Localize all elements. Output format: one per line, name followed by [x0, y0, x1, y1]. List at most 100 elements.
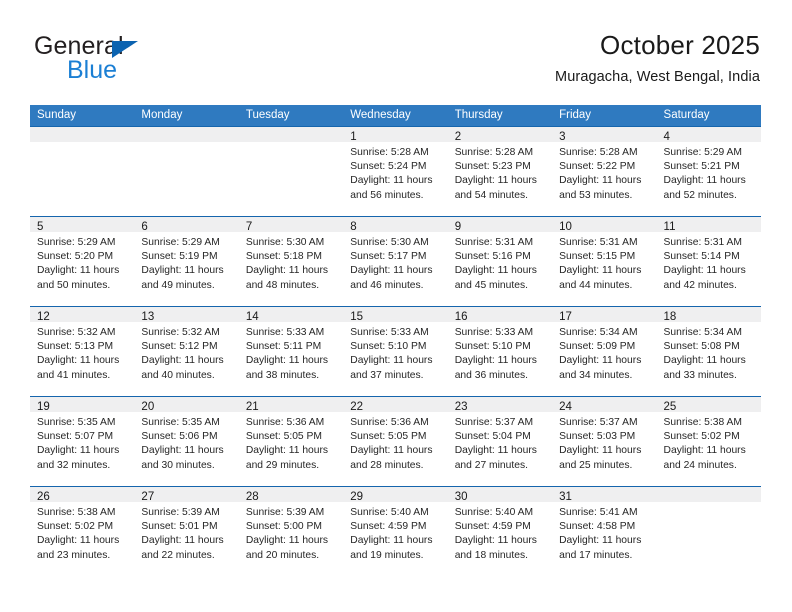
day-number: 5 — [37, 221, 44, 233]
daylight-text: Daylight: 11 hours — [37, 445, 120, 457]
day-number: 7 — [245, 221, 253, 233]
day-details: Sunrise: 5:40 AM Sunset: 4:59 PM Daylight:… — [343, 502, 447, 563]
calendar-day-cell[interactable]: 3 Sunrise: 5:28 AM Sunset: 5:22 PM Daylight… — [552, 127, 657, 216]
day-number-band: 27 — [134, 487, 239, 503]
sunrise-text: Sunrise: 5:28 AM — [454, 147, 534, 158]
day-number-band: 30 — [447, 487, 553, 503]
sunrise-text: Sunrise: 5:32 AM — [141, 327, 220, 338]
sunrise-text: Sunrise: 5:36 AM — [245, 417, 325, 428]
calendar-day-cell[interactable]: 18 Sunrise: 5:34 AM Sunset: 5:08 PM Dayligh… — [656, 307, 761, 396]
sunset-text: Sunset: 5:16 PM — [454, 251, 531, 263]
sunrise-text: Sunrise: 5:37 AM — [559, 417, 638, 428]
calendar-day-cell[interactable]: 23 Sunrise: 5:37 AM Sunset: 5:04 PM Dayligh… — [447, 397, 553, 486]
day-details: Sunrise: 5:32 AM Sunset: 5:12 PM Daylight:… — [134, 322, 238, 383]
calendar-day-cell[interactable]: 28 Sunrise: 5:39 AM Sunset: 5:00 PM Dayligh… — [238, 487, 344, 576]
sunrise-text: Sunrise: 5:40 AM — [454, 507, 534, 518]
calendar-day-cell[interactable]: 7 Sunrise: 5:30 AM Sunset: 5:18 PM Daylight… — [238, 217, 344, 306]
calendar-day-cell[interactable]: 15 Sunrise: 5:33 AM Sunset: 5:10 PM Dayligh… — [343, 307, 448, 396]
calendar-grid: Sunday Monday Tuesday Wednesday Thursday… — [30, 105, 761, 576]
daylight-text-cont: and 24 minutes. — [663, 459, 737, 471]
day-details — [134, 142, 238, 146]
calendar-day-cell[interactable]: 1 Sunrise: 5:28 AM Sunset: 5:24 PM Daylight… — [343, 127, 448, 216]
daylight-text: Daylight: 11 hours — [559, 265, 642, 277]
calendar-day-cell[interactable]: 31 Sunrise: 5:41 AM Sunset: 4:58 PM Dayligh… — [552, 487, 657, 576]
calendar-day-cell[interactable]: 12 Sunrise: 5:32 AM Sunset: 5:13 PM Dayligh… — [30, 307, 135, 396]
day-details: Sunrise: 5:33 AM Sunset: 5:10 PM Daylight:… — [343, 322, 447, 383]
daylight-text-cont: and 37 minutes. — [350, 369, 424, 381]
daylight-text-cont: and 22 minutes. — [141, 549, 215, 561]
weekday-header-friday: Friday — [559, 109, 592, 121]
calendar-day-cell[interactable]: 4 Sunrise: 5:29 AM Sunset: 5:21 PM Daylight… — [656, 127, 761, 216]
day-number-band: 17 — [552, 307, 657, 323]
weekday-header-monday: Monday — [141, 109, 183, 121]
day-number-band: 3 — [552, 127, 657, 143]
calendar-day-cell[interactable]: 27 Sunrise: 5:39 AM Sunset: 5:01 PM Dayligh… — [134, 487, 239, 576]
calendar-day-cell[interactable]: 10 Sunrise: 5:31 AM Sunset: 5:15 PM Dayligh… — [552, 217, 657, 306]
calendar-day-cell[interactable]: 20 Sunrise: 5:35 AM Sunset: 5:06 PM Dayligh… — [134, 397, 239, 486]
day-number: 31 — [559, 491, 572, 503]
calendar-day-cell[interactable]: 13 Sunrise: 5:32 AM Sunset: 5:12 PM Dayligh… — [134, 307, 239, 396]
day-number-band: 18 — [656, 307, 761, 323]
sunset-text: Sunset: 5:14 PM — [663, 251, 740, 263]
calendar-day-cell[interactable]: 21 Sunrise: 5:36 AM Sunset: 5:05 PM Dayligh… — [238, 397, 344, 486]
sunset-text: Sunset: 5:13 PM — [37, 341, 114, 353]
calendar-day-cell[interactable]: 11 Sunrise: 5:31 AM Sunset: 5:14 PM Dayligh… — [656, 217, 761, 306]
sunset-text: Sunset: 5:11 PM — [245, 341, 322, 353]
day-number: 17 — [559, 311, 572, 323]
day-number: 29 — [350, 491, 364, 503]
sunset-text: Sunset: 5:18 PM — [245, 251, 322, 263]
sunset-text: Sunset: 5:05 PM — [245, 431, 322, 443]
calendar-day-cell[interactable]: 26 Sunrise: 5:38 AM Sunset: 5:02 PM Dayligh… — [30, 487, 135, 576]
daylight-text: Daylight: 11 hours — [350, 445, 433, 457]
daylight-text-cont: and 45 minutes. — [454, 279, 528, 291]
daylight-text: Daylight: 11 hours — [454, 535, 537, 547]
sunrise-text: Sunrise: 5:31 AM — [454, 237, 534, 248]
daylight-text: Daylight: 11 hours — [454, 355, 537, 367]
sunset-text: Sunset: 5:15 PM — [559, 251, 636, 263]
calendar-day-cell[interactable]: 24 Sunrise: 5:37 AM Sunset: 5:03 PM Dayligh… — [552, 397, 657, 486]
day-details: Sunrise: 5:29 AM Sunset: 5:21 PM Daylight:… — [657, 142, 761, 203]
calendar-day-cell[interactable]: 25 Sunrise: 5:38 AM Sunset: 5:02 PM Dayligh… — [656, 397, 761, 486]
daylight-text-cont: and 29 minutes. — [245, 459, 320, 471]
weekday-header-row: Sunday Monday Tuesday Wednesday Thursday… — [30, 105, 761, 126]
daylight-text: Daylight: 11 hours — [559, 445, 642, 457]
daylight-text: Daylight: 11 hours — [245, 355, 329, 367]
day-number-band: 4 — [656, 127, 761, 143]
sunset-text: Sunset: 4:58 PM — [559, 521, 636, 533]
sunset-text: Sunset: 5:06 PM — [141, 431, 218, 443]
calendar-day-cell[interactable]: 5 Sunrise: 5:29 AM Sunset: 5:20 PM Daylight… — [30, 217, 135, 306]
daylight-text-cont: and 23 minutes. — [37, 549, 111, 561]
day-details: Sunrise: 5:35 AM Sunset: 5:06 PM Daylight:… — [134, 412, 238, 473]
day-details: Sunrise: 5:38 AM Sunset: 5:02 PM Daylight:… — [30, 502, 134, 563]
calendar-day-cell[interactable]: 22 Sunrise: 5:36 AM Sunset: 5:05 PM Dayligh… — [343, 397, 448, 486]
sunrise-text: Sunrise: 5:29 AM — [37, 237, 116, 248]
calendar-empty-cell — [30, 127, 135, 216]
day-number: 21 — [245, 401, 259, 413]
calendar-day-cell[interactable]: 16 Sunrise: 5:33 AM Sunset: 5:10 PM Dayligh… — [447, 307, 553, 396]
daylight-text: Daylight: 11 hours — [559, 175, 642, 187]
sunrise-text: Sunrise: 5:29 AM — [663, 147, 742, 158]
day-number: 12 — [37, 311, 50, 323]
calendar-day-cell[interactable]: 17 Sunrise: 5:34 AM Sunset: 5:09 PM Dayligh… — [552, 307, 657, 396]
day-details: Sunrise: 5:37 AM Sunset: 5:03 PM Daylight:… — [552, 412, 656, 473]
sunrise-text: Sunrise: 5:30 AM — [245, 237, 325, 248]
day-details: Sunrise: 5:33 AM Sunset: 5:11 PM Daylight:… — [239, 322, 343, 383]
calendar-day-cell[interactable]: 9 Sunrise: 5:31 AM Sunset: 5:16 PM Daylight… — [447, 217, 553, 306]
calendar-day-cell[interactable]: 2 Sunrise: 5:28 AM Sunset: 5:23 PM Daylight… — [447, 127, 553, 216]
day-number-band: 11 — [656, 217, 761, 233]
daylight-text: Daylight: 11 hours — [663, 265, 746, 277]
day-number: 23 — [454, 401, 468, 413]
daylight-text: Daylight: 11 hours — [141, 355, 224, 367]
day-number-band — [238, 127, 344, 142]
calendar-day-cell[interactable]: 14 Sunrise: 5:33 AM Sunset: 5:11 PM Dayligh… — [238, 307, 344, 396]
calendar-day-cell[interactable]: 8 Sunrise: 5:30 AM Sunset: 5:17 PM Daylight… — [343, 217, 448, 306]
logo-text-blue: Blue — [67, 56, 118, 84]
sunset-text: Sunset: 5:10 PM — [350, 341, 427, 353]
calendar-day-cell[interactable]: 19 Sunrise: 5:35 AM Sunset: 5:07 PM Dayligh… — [30, 397, 135, 486]
sunrise-text: Sunrise: 5:33 AM — [350, 327, 429, 338]
day-number: 19 — [37, 401, 50, 413]
calendar-day-cell[interactable]: 30 Sunrise: 5:40 AM Sunset: 4:59 PM Dayligh… — [447, 487, 553, 576]
calendar-day-cell[interactable]: 6 Sunrise: 5:29 AM Sunset: 5:19 PM Daylight… — [134, 217, 239, 306]
day-number-band: 20 — [134, 397, 239, 413]
calendar-day-cell[interactable]: 29 Sunrise: 5:40 AM Sunset: 4:59 PM Dayligh… — [343, 487, 448, 576]
